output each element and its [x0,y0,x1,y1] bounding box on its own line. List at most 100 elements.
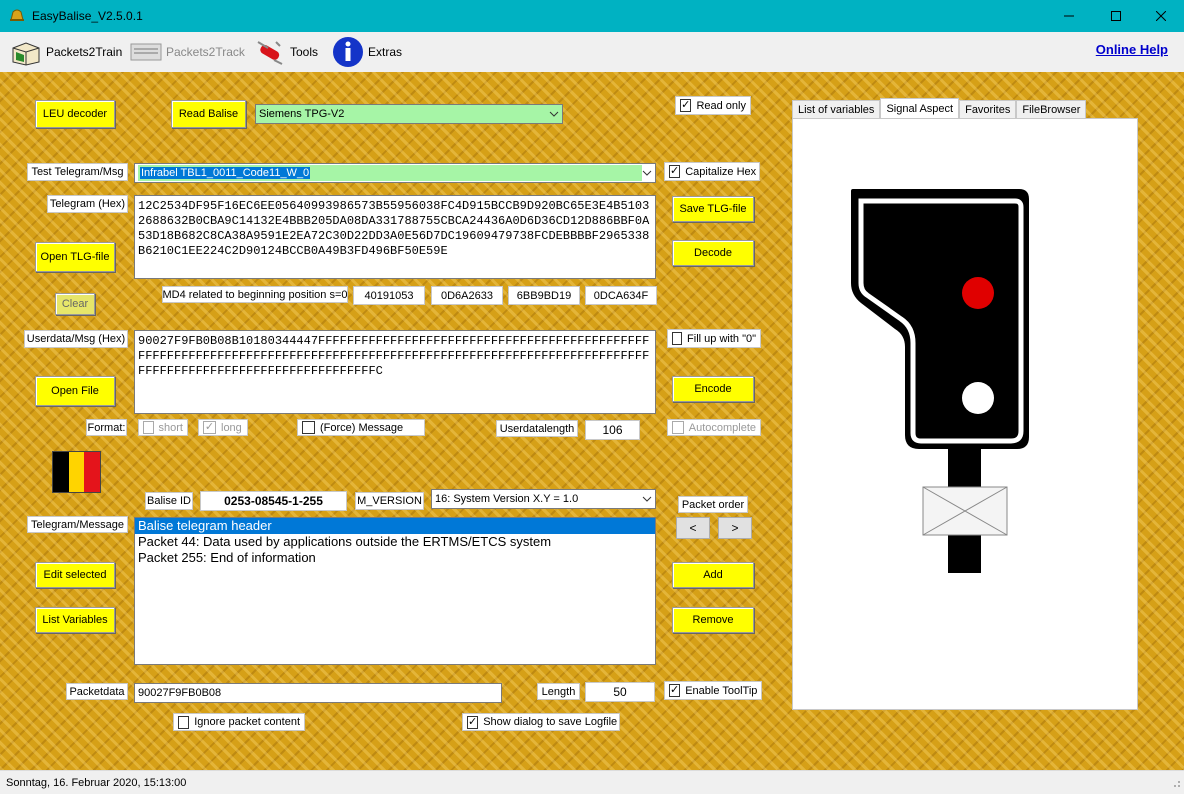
encode-button[interactable]: Encode [672,376,754,402]
menu-packets2track[interactable]: Packets2Track [130,38,245,66]
packet-order-prev-button[interactable]: < [676,517,710,539]
read-only-label: Read only [696,99,746,112]
md4-label: MD4 related to beginning position s=0 [162,286,348,303]
fill-up-checkbox[interactable]: Fill up with "0" [667,329,761,348]
m-version-label: M_VERSION [355,492,424,510]
packet-order-label: Packet order [678,496,748,513]
force-message-checkbox[interactable]: (Force) Message [297,419,425,436]
open-tlg-file-button[interactable]: Open TLG-file [35,242,115,272]
short-checkbox-box [143,421,154,434]
signal-lamp-white [962,382,994,414]
tab-filebrowser[interactable]: FileBrowser [1016,100,1087,118]
telegram-hex-textbox[interactable]: 12C2534DF95F16EC6EE05640993986573B559560… [134,195,656,279]
tab-favorites[interactable]: Favorites [959,100,1017,118]
chevron-down-icon [549,111,559,117]
userdatalength-value: 106 [585,420,640,440]
long-label: long [221,421,242,434]
m-version-select[interactable]: 16: System Version X.Y = 1.0 [431,489,656,509]
packetdata-field[interactable]: 90027F9FB0B08 [134,683,502,703]
info-icon [333,37,363,67]
add-button[interactable]: Add [672,562,754,588]
test-telegram-select-value: Infrabel TBL1_0011_Code11_W_0 [140,167,311,179]
list-item[interactable]: Balise telegram header [135,518,655,534]
read-balise-button[interactable]: Read Balise [171,100,246,128]
signal-aspect-panel [792,118,1138,710]
reader-select[interactable]: Siemens TPG-V2 [255,104,563,124]
show-dialog-checkbox-box: ✓ [467,715,479,729]
minimize-icon [1064,15,1074,17]
md4-value-2: 0D6A2633 [431,286,503,305]
tab-signal-aspect[interactable]: Signal Aspect [880,98,960,118]
capitalize-hex-label: Capitalize Hex [685,165,757,178]
test-telegram-select[interactable]: Infrabel TBL1_0011_Code11_W_0 [134,163,656,183]
online-help-link[interactable]: Online Help [1096,42,1168,57]
close-icon [1156,11,1166,21]
capitalize-hex-checkbox[interactable]: ✓ Capitalize Hex [664,162,760,181]
enable-tooltip-checkbox-box: ✓ [669,684,681,697]
swiss-knife-icon [257,41,283,65]
flag-stripe-black [53,452,69,492]
long-checkbox-box: ✓ [203,421,216,434]
read-only-checkbox[interactable]: ✓ Read only [675,96,751,115]
m-version-value: 16: System Version X.Y = 1.0 [435,493,579,505]
packet-order-next-button[interactable]: > [718,517,752,539]
flag-stripe-red [84,452,101,492]
leu-decoder-button[interactable]: LEU decoder [35,100,115,128]
signal-head-outer [851,189,1029,449]
test-telegram-label: Test Telegram/Msg [27,163,128,181]
clear-button[interactable]: Clear [55,293,95,315]
tab-list-of-variables[interactable]: List of variables [792,100,881,118]
balise-id-value: 0253-08545-1-255 [200,491,347,511]
menu-packets2track-label: Packets2Track [166,45,245,59]
show-dialog-checkbox[interactable]: ✓ Show dialog to save Logfile [462,713,620,731]
md4-value-4: 0DCA634F [585,286,657,305]
status-datetime: Sonntag, 16. Februar 2020, 15:13:00 [6,777,187,789]
packet-listbox[interactable]: Balise telegram header Packet 44: Data u… [134,517,656,665]
userdatalength-label: Userdatalength [496,420,578,437]
menu-extras[interactable]: Extras [332,37,402,67]
test-telegram-select-field: Infrabel TBL1_0011_Code11_W_0 [138,165,642,181]
ignore-packet-content-label: Ignore packet content [194,716,300,728]
short-checkbox[interactable]: short [138,419,188,436]
force-message-label: (Force) Message [320,421,404,434]
long-checkbox[interactable]: ✓ long [198,419,248,436]
window-title: EasyBalise_V2.5.0.1 [32,9,143,23]
capitalize-hex-checkbox-box: ✓ [669,165,681,178]
enable-tooltip-checkbox[interactable]: ✓ Enable ToolTip [664,681,762,700]
minimize-button[interactable] [1046,0,1092,32]
chevron-down-icon [642,170,652,176]
edit-selected-button[interactable]: Edit selected [35,562,115,588]
save-tlg-file-button[interactable]: Save TLG-file [672,196,754,222]
enable-tooltip-label: Enable ToolTip [685,684,758,697]
userdata-hex-textbox[interactable]: 90027F9FB0B08B10180344447FFFFFFFFFFFFFFF… [134,330,656,414]
chevron-down-icon [642,496,652,502]
length-value: 50 [585,682,655,702]
list-variables-button[interactable]: List Variables [35,607,115,633]
ignore-packet-content-checkbox[interactable]: Ignore packet content [173,713,305,731]
flag-stripe-yellow [68,452,85,492]
autocomplete-checkbox[interactable]: Autocomplete [667,419,761,436]
close-button[interactable] [1138,0,1184,32]
work-area: LEU decoder Read Balise Siemens TPG-V2 ✓… [0,72,1184,770]
force-message-checkbox-box [302,421,315,434]
menu-tools-label: Tools [290,45,319,59]
format-label: Format: [86,419,127,436]
fill-up-checkbox-box [672,332,683,345]
maximize-button[interactable] [1093,0,1139,32]
list-item[interactable]: Packet 255: End of information [135,550,655,566]
menu-tools[interactable]: Tools [254,38,318,66]
keyboard-icon [130,43,162,61]
title-bar: EasyBalise_V2.5.0.1 [0,0,1184,32]
short-label: short [158,421,183,434]
open-file-button[interactable]: Open File [35,376,115,406]
autocomplete-checkbox-box [672,421,684,434]
resize-grip-icon[interactable] [1171,780,1181,790]
remove-button[interactable]: Remove [672,607,754,633]
list-item[interactable]: Packet 44: Data used by applications out… [135,534,655,550]
tab-strip: List of variables Signal Aspect Favorite… [792,98,1087,118]
signal-diagram [851,189,1029,573]
reader-select-value: Siemens TPG-V2 [259,108,345,120]
decode-button[interactable]: Decode [672,240,754,266]
balise-id-label: Balise ID [145,492,193,510]
menu-packets2train[interactable]: Packets2Train [10,38,122,66]
